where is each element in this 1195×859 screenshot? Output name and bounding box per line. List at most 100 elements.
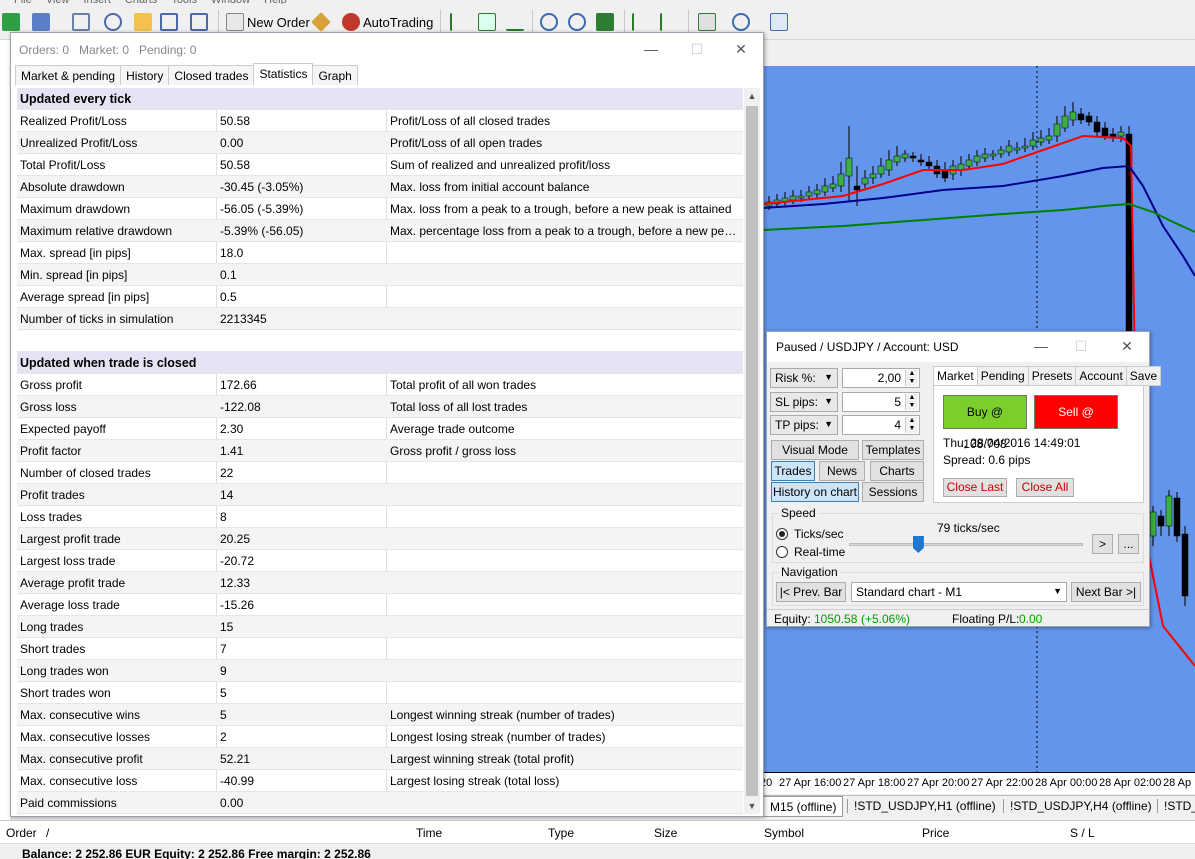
sessions-button[interactable]: Sessions [862, 482, 924, 502]
menu-item-file[interactable]: File [14, 0, 32, 4]
spin-icon[interactable]: ▲ ▼ [905, 394, 918, 410]
tab-save[interactable]: Save [1125, 366, 1162, 386]
chart-tab[interactable]: !STD_ [1157, 799, 1195, 813]
zoom-out-button[interactable] [568, 10, 586, 34]
risk-input[interactable]: 2,00 ▲ ▼ [842, 368, 920, 388]
table-row[interactable]: Average spread [in pips] 0.5 [17, 286, 743, 308]
navigator-button[interactable] [160, 10, 178, 34]
candlestick-button[interactable] [478, 10, 496, 34]
tab-statistics[interactable]: Statistics [253, 63, 314, 85]
chart-tab[interactable]: !STD_USDJPY,H1 (offline) [847, 799, 1002, 813]
tile-windows-button[interactable] [596, 10, 614, 34]
trades-button[interactable]: Trades [771, 461, 815, 481]
spin-icon[interactable]: ▲ ▼ [905, 370, 918, 386]
menu-item-window[interactable]: Window [211, 0, 250, 4]
spin-icon[interactable]: ▲ ▼ [905, 417, 918, 433]
favorites-button[interactable] [134, 10, 152, 34]
bar-chart-button[interactable] [450, 10, 468, 34]
speed-slider[interactable] [849, 536, 1083, 553]
play-button[interactable]: > [1092, 534, 1113, 554]
table-row[interactable]: Short trades 7 [17, 638, 743, 660]
table-row[interactable]: Min. spread [in pips] 0.1 [17, 264, 743, 286]
visual-mode-button[interactable]: Visual Mode [771, 440, 859, 460]
table-row[interactable]: Absolute drawdown -30.45 (-3.05%) Max. los… [17, 176, 743, 198]
terminal-column-header[interactable]: Price [922, 826, 949, 840]
close-last-button[interactable]: Close Last [943, 478, 1007, 497]
ticks-radio[interactable]: Ticks/sec [776, 527, 844, 541]
table-row[interactable]: Gross profit 172.66 Total profit of all wo… [17, 374, 743, 396]
crosshair-button[interactable] [104, 10, 122, 34]
autotrading-button[interactable]: AutoTrading [342, 10, 433, 34]
chart-type-select[interactable]: Standard chart - M1 ▼ [851, 582, 1067, 602]
periods-button[interactable] [732, 10, 750, 34]
minimize-button[interactable]: — [641, 39, 661, 59]
more-button[interactable]: ... [1118, 534, 1139, 554]
tab-graph[interactable]: Graph [312, 65, 358, 85]
table-row[interactable]: Number of closed trades 22 [17, 462, 743, 484]
control-minimize-button[interactable]: — [1031, 336, 1051, 356]
table-row[interactable]: Total Profit/Loss 50.58 Sum of realized an… [17, 154, 743, 176]
next-bar-button[interactable]: Next Bar >| [1071, 582, 1141, 602]
tab-closed-trades[interactable]: Closed trades [168, 65, 255, 85]
new-order-button[interactable]: New Order [226, 10, 310, 34]
scroll-thumb[interactable] [746, 106, 758, 796]
terminal-button[interactable] [190, 10, 208, 34]
buy-button[interactable]: Buy @ 108.708 [943, 395, 1027, 451]
sl-input[interactable]: 5 ▲ ▼ [842, 392, 920, 412]
sl-select[interactable]: SL pips: ▼ [770, 392, 838, 412]
menu-item-charts[interactable]: Charts [125, 0, 157, 4]
zoom-in-button[interactable] [540, 10, 558, 34]
templates-button[interactable] [770, 10, 788, 34]
history-on-chart-button[interactable]: History on chart [771, 482, 859, 502]
table-row[interactable]: Average profit trade 12.33 [17, 572, 743, 594]
risk-select[interactable]: Risk %: ▼ [770, 368, 838, 388]
tab-pending[interactable]: Pending [976, 366, 1029, 386]
terminal-column-header[interactable]: Symbol [764, 826, 804, 840]
table-row[interactable]: Loss trades 8 [17, 506, 743, 528]
menu-item-view[interactable]: View [46, 0, 70, 4]
table-row[interactable]: Maximum relative drawdown -5.39% (-56.05)… [17, 220, 743, 242]
terminal-column-header[interactable]: S / L [1070, 826, 1095, 840]
table-section-header[interactable]: Updated when trade is closed [17, 352, 743, 374]
tab-market-pending[interactable]: Market & pending [15, 65, 122, 85]
control-maximize-button[interactable]: ☐ [1071, 336, 1091, 356]
terminal-column-header[interactable]: Time [416, 826, 442, 840]
scroll-down-icon[interactable]: ▼ [744, 798, 760, 814]
table-row[interactable]: Largest profit trade 20.25 [17, 528, 743, 550]
tab-account[interactable]: Account [1075, 366, 1127, 386]
table-row[interactable]: Unrealized Profit/Loss 0.00 Profit/Loss of… [17, 132, 743, 154]
table-row[interactable]: Max. consecutive profit 52.21 Largest winn… [17, 748, 743, 770]
charts-button[interactable]: Charts [870, 461, 924, 481]
table-row[interactable]: Max. spread [in pips] 18.0 [17, 242, 743, 264]
table-row[interactable]: Paid commissions 0.00 [17, 792, 743, 814]
tab-market[interactable]: Market [933, 366, 978, 386]
new-chart-button[interactable] [2, 10, 20, 34]
table-row[interactable]: Max. consecutive loss -40.99 Largest losin… [17, 770, 743, 792]
table-row[interactable]: Short trades won 5 [17, 682, 743, 704]
menu-item-insert[interactable]: Insert [83, 0, 111, 4]
table-row[interactable]: Profit factor 1.41 Gross profit / gross lo… [17, 440, 743, 462]
table-row[interactable]: Long trades 15 [17, 616, 743, 638]
scroll-up-icon[interactable]: ▲ [744, 88, 760, 104]
table-row[interactable]: Max. consecutive wins 5 Longest winning st… [17, 704, 743, 726]
autoscroll-button[interactable] [660, 10, 678, 34]
table-row[interactable]: Largest loss trade -20.72 [17, 550, 743, 572]
metaeditor-button[interactable] [311, 10, 331, 34]
tp-input[interactable]: 4 ▲ ▼ [842, 415, 920, 435]
table-row[interactable]: Average loss trade -15.26 [17, 594, 743, 616]
terminal-column-header[interactable]: Type [548, 826, 574, 840]
table-row[interactable]: Maximum drawdown -56.05 (-5.39%) Max. loss… [17, 198, 743, 220]
chart-tab[interactable]: M15 (offline) [763, 796, 844, 817]
table-row[interactable] [17, 330, 743, 352]
realtime-radio[interactable]: Real-time [776, 545, 845, 559]
sell-button[interactable]: Sell @ 108.702 [1034, 395, 1118, 451]
statistics-scrollbar[interactable]: ▲ ▼ [744, 88, 760, 814]
table-row[interactable]: Max. consecutive losses 2 Longest losing s… [17, 726, 743, 748]
control-close-button[interactable]: ✕ [1117, 336, 1137, 356]
table-row[interactable]: Realized Profit/Loss 50.58 Profit/Loss of … [17, 110, 743, 132]
table-row[interactable]: Profit trades 14 [17, 484, 743, 506]
maximize-button[interactable]: ☐ [687, 39, 707, 59]
table-row[interactable]: Expected payoff 2.30 Average trade outcome [17, 418, 743, 440]
menu-item-help[interactable]: Help [264, 0, 287, 4]
news-button[interactable]: News [819, 461, 865, 481]
